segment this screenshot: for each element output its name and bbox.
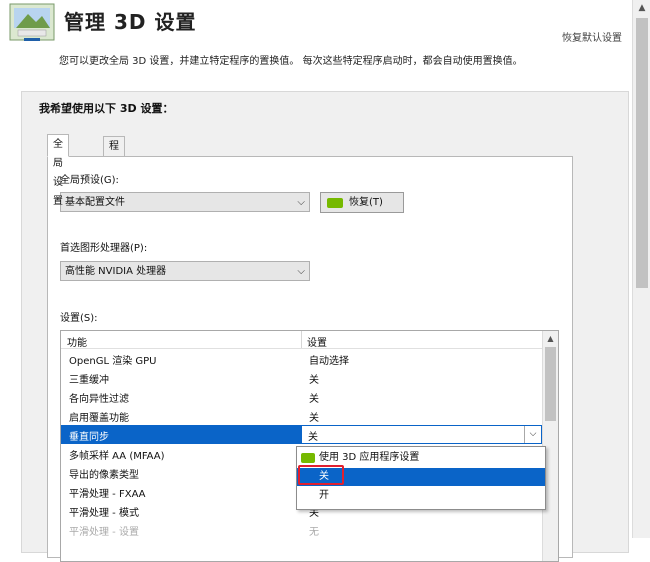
tab-program-settings[interactable]: 程序设置 — [103, 136, 125, 209]
row-feature: 平滑处理 - FXAA — [69, 489, 146, 500]
tab-global-settings[interactable]: 全局设置 — [47, 134, 69, 207]
vsync-setting-select[interactable]: 关 ⌵ — [301, 425, 542, 444]
row-feature: 各向异性过滤 — [69, 394, 129, 405]
nvidia-logo-icon — [301, 453, 315, 463]
column-header-setting[interactable]: 设置 — [307, 334, 327, 349]
row-value: 关 — [309, 394, 319, 405]
option-label: 开 — [319, 490, 329, 501]
preferred-gpu-label: 首选图形处理器(P): — [60, 243, 148, 254]
row-feature: 多帧采样 AA (MFAA) — [69, 451, 165, 462]
global-preset-label: 全局预设(G): — [60, 175, 119, 186]
row-feature: 启用覆盖功能 — [69, 413, 129, 424]
row-value: 无 — [309, 527, 319, 538]
row-feature: 三重缓冲 — [69, 375, 109, 386]
page-header: 管理 3D 设置 恢复默认设置 — [0, 0, 650, 48]
row-feature: 导出的像素类型 — [69, 470, 139, 481]
row-feature: 平滑处理 - 设置 — [69, 527, 139, 538]
nvidia-logo-icon — [327, 198, 343, 208]
chevron-down-icon[interactable]: ⌵ — [524, 426, 541, 443]
row-value: 关 — [308, 432, 318, 443]
page-scrollbar[interactable]: ▲ — [632, 0, 650, 538]
preferred-gpu-select[interactable]: 高性能 NVIDIA 处理器 ⌵ — [60, 261, 310, 281]
restore-button-label: 恢复(T) — [349, 197, 383, 208]
column-header-feature[interactable]: 功能 — [67, 334, 87, 349]
scroll-up-arrow-icon[interactable]: ▲ — [543, 331, 558, 346]
row-value: 自动选择 — [309, 356, 349, 367]
table-row[interactable]: OpenGL 渲染 GPU 自动选择 — [61, 349, 542, 368]
global-preset-select[interactable]: 基本配置文件 ⌵ — [60, 192, 310, 212]
scroll-up-arrow-icon[interactable]: ▲ — [633, 0, 650, 16]
page-description: 您可以更改全局 3D 设置，并建立特定程序的置换值。 每次这些特定程序启动时，都… — [59, 56, 523, 67]
table-row-disabled: 平滑处理 - 设置 无 — [61, 520, 542, 539]
panel-title: 我希望使用以下 3D 设置： — [39, 102, 174, 115]
row-value: 关 — [309, 375, 319, 386]
highlight-annotation-box — [298, 465, 344, 485]
table-row[interactable]: 启用覆盖功能 关 — [61, 406, 542, 425]
grid-header: 功能 设置 — [61, 331, 542, 349]
restore-defaults-link[interactable]: 恢复默认设置 — [562, 29, 622, 44]
row-feature: OpenGL 渲染 GPU — [69, 356, 157, 367]
global-preset-value: 基本配置文件 — [65, 197, 125, 208]
row-feature: 垂直同步 — [69, 432, 109, 443]
row-feature: 平滑处理 - 模式 — [69, 508, 139, 519]
page-title: 管理 3D 设置 — [64, 10, 197, 34]
scrollbar-thumb[interactable] — [636, 18, 648, 288]
table-row[interactable]: 三重缓冲 关 — [61, 368, 542, 387]
table-row-selected[interactable]: 垂直同步 关 ⌵ — [61, 425, 542, 444]
preferred-gpu-value: 高性能 NVIDIA 处理器 — [65, 266, 167, 277]
grid-scrollbar-thumb[interactable] — [545, 347, 556, 421]
restore-button[interactable]: 恢复(T) — [320, 192, 404, 213]
chevron-down-icon: ⌵ — [297, 266, 305, 277]
settings-label: 设置(S): — [60, 313, 98, 324]
row-value: 关 — [309, 413, 319, 424]
control-panel-logo-icon — [9, 3, 55, 41]
table-row[interactable]: 各向异性过滤 关 — [61, 387, 542, 406]
option-on[interactable]: 开 — [297, 487, 545, 505]
column-divider[interactable] — [301, 331, 302, 348]
chevron-down-icon: ⌵ — [297, 197, 305, 208]
